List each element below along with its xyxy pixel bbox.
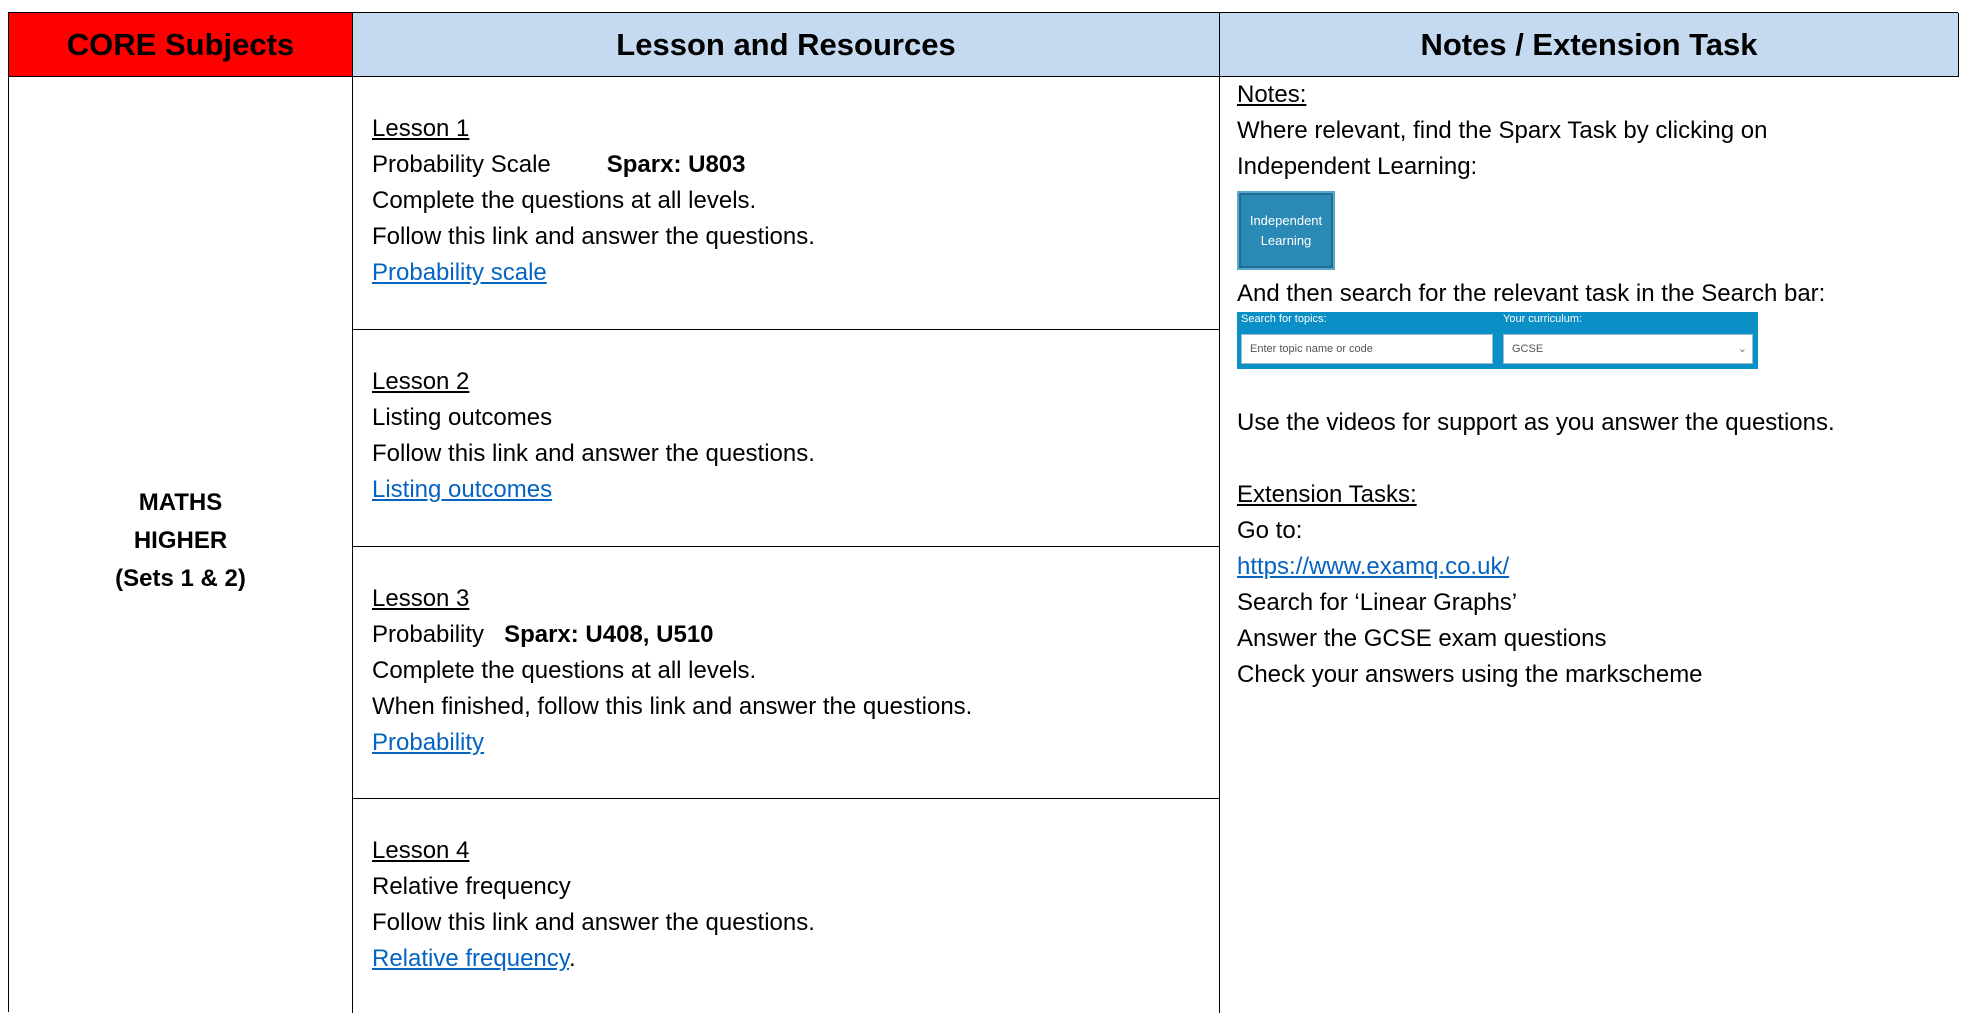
lesson-instruction: Follow this link and answer the question… [372,909,815,936]
subject-name: MATHS [138,489,223,516]
lesson-title: Lesson 4 [372,837,470,864]
search-instructions: And then search for the relevant task in… [1237,280,1826,307]
search-topics-label: Search for topics: [1241,313,1327,325]
lesson-table: CORE Subjects Lesson and Resources Notes… [8,12,1959,1013]
notes-text: Where relevant, find the Sparx Task by c… [1237,117,1768,144]
il-button-label: Learning [1260,232,1312,248]
topic-search-input[interactable]: Enter topic name or code [1241,334,1493,364]
lesson-topic: Relative frequency [372,873,571,900]
curriculum-label: Your curriculum: [1503,313,1583,325]
lesson-link[interactable]: Relative frequency [372,945,569,972]
lesson-topic-line: Probability Scale Sparx: U803 [372,147,1219,183]
extension-text: Check your answers using the markscheme [1237,661,1703,688]
lesson-topic: Listing outcomes [372,404,553,431]
sparx-code: Sparx: U803 [606,151,746,178]
lesson-topic: Probability Scale [372,151,551,178]
notes-text: Independent Learning: [1237,153,1478,180]
link-suffix: . [569,945,576,972]
lesson-cell-4: Lesson 4 Relative frequency Follow this … [353,799,1220,1013]
examq-link[interactable]: https://www.examq.co.uk/ [1237,553,1509,580]
lesson-topic: Probability [372,621,485,648]
independent-learning-button[interactable]: Independent Learning [1237,191,1335,270]
header-core-subjects: CORE Subjects [9,13,353,77]
extension-text: Go to: [1237,517,1303,544]
lesson-title: Lesson 1 [372,115,470,142]
lesson-link[interactable]: Probability scale [372,259,547,286]
lesson-instruction: Complete the questions at all levels. [372,657,757,684]
extension-text: Answer the GCSE exam questions [1237,625,1607,652]
extension-heading: Extension Tasks: [1237,481,1417,508]
extension-text: Search for ‘Linear Graphs’ [1237,589,1518,616]
subject-tier: HIGHER [133,527,228,554]
document-page: CORE Subjects Lesson and Resources Notes… [0,0,1963,1013]
lesson-cell-1: Lesson 1 Probability Scale Sparx: U803 Co… [353,77,1220,330]
curriculum-value: GCSE [1512,343,1544,355]
lesson-title: Lesson 2 [372,368,470,395]
lesson-title: Lesson 3 [372,585,470,612]
lesson-instruction: Complete the questions at all levels. [372,187,757,214]
lesson-cell-3: Lesson 3 Probability Sparx: U408, U510 Co… [353,547,1220,799]
notes-heading: Notes: [1237,81,1307,108]
sparx-search-bar: Search for topics: Your curriculum: Ente… [1237,312,1758,369]
notes-text: Use the videos for support as you answer… [1237,409,1835,436]
lesson-instruction: Follow this link and answer the question… [372,223,815,250]
curriculum-select[interactable]: GCSE ⌄ [1503,334,1753,364]
header-lesson-resources: Lesson and Resources [353,13,1220,77]
lesson-link[interactable]: Probability [372,729,484,756]
lesson-link[interactable]: Listing outcomes [372,476,552,503]
notes-cell: Notes: Where relevant, find the Sparx Ta… [1220,77,1959,1013]
lesson-cell-2: Lesson 2 Listing outcomes Follow this li… [353,330,1220,547]
sparx-code: Sparx: U408, U510 [504,621,714,648]
lesson-instruction: When finished, follow this link and answ… [372,693,973,720]
lesson-instruction: Follow this link and answer the question… [372,440,815,467]
subject-cell: MATHS HIGHER (Sets 1 & 2) [9,77,353,1013]
subject-sets: (Sets 1 & 2) [115,565,246,592]
il-button-label: Independent [1249,212,1323,228]
lesson-topic-line: Probability Sparx: U408, U510 [372,617,1219,653]
chevron-down-icon: ⌄ [1737,343,1747,355]
header-notes-extension: Notes / Extension Task [1220,13,1959,77]
